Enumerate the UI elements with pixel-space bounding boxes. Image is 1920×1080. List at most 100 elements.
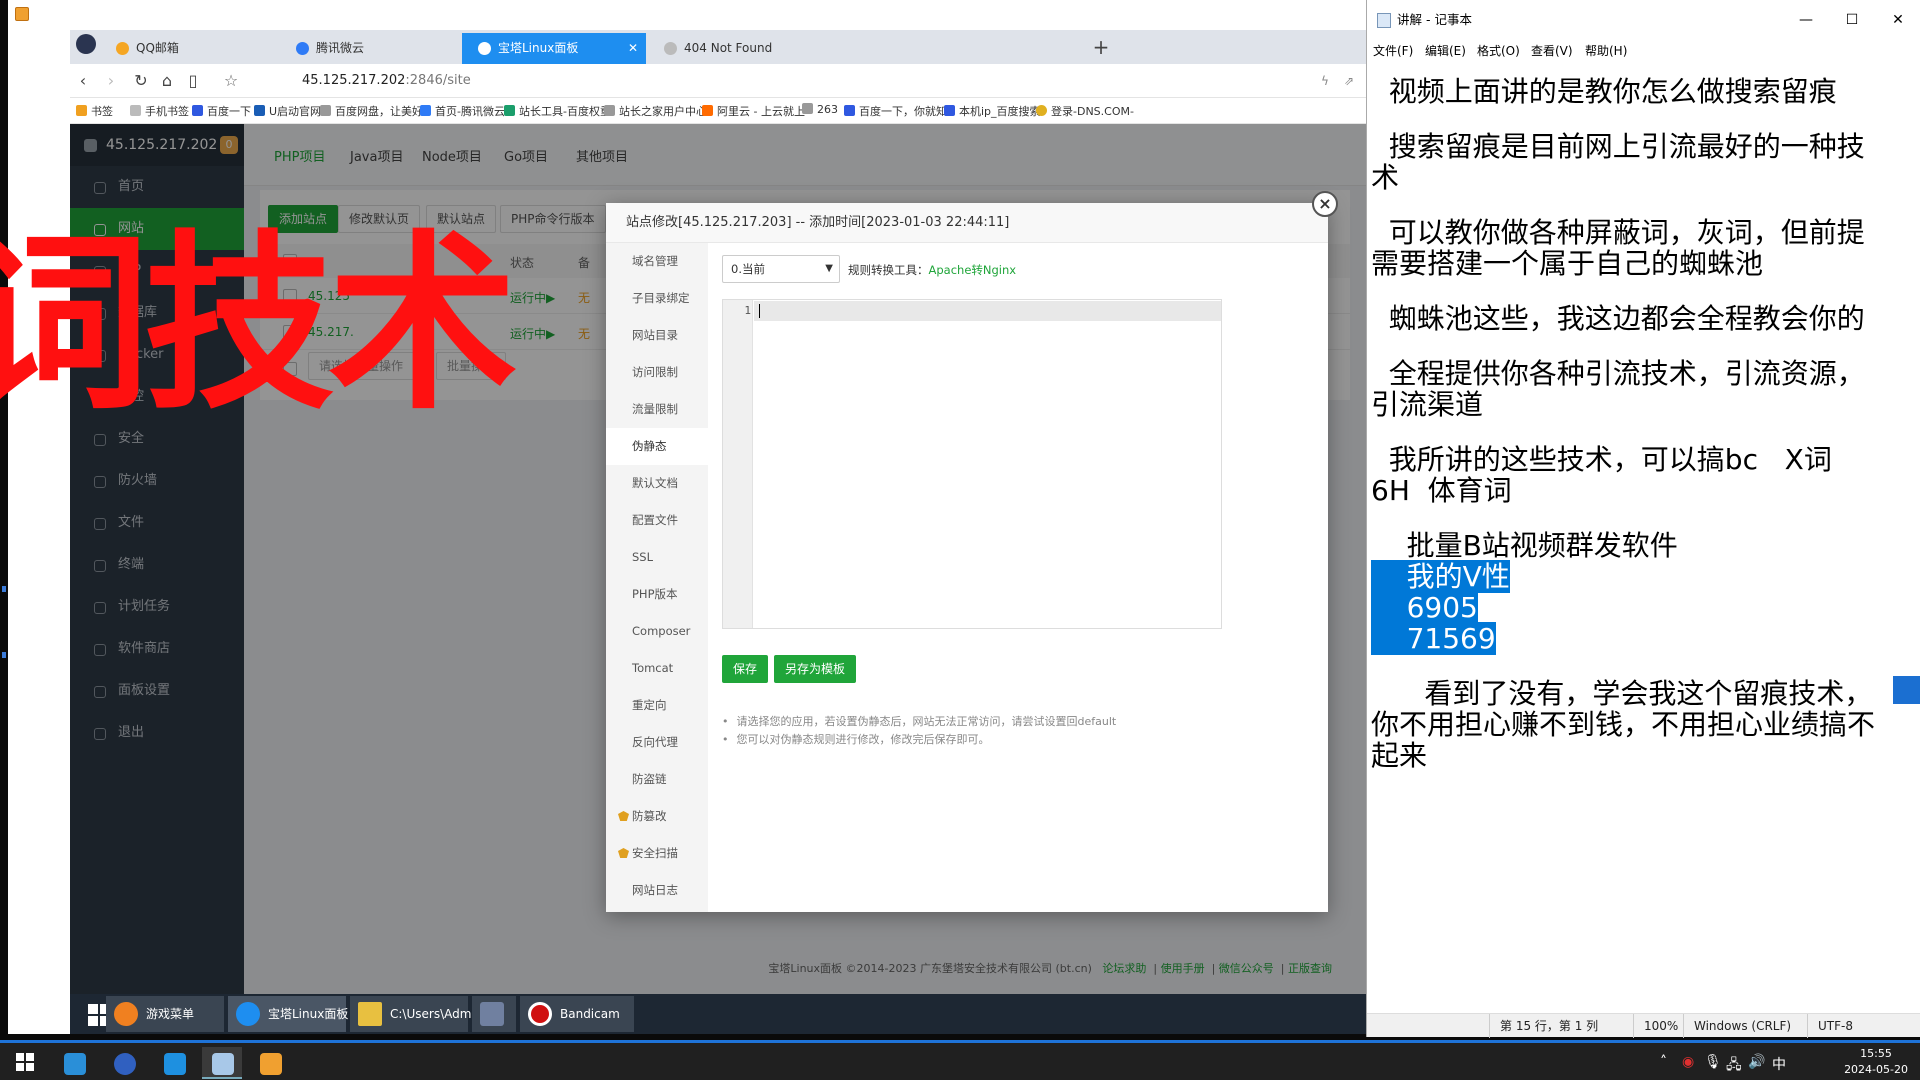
bookmark-item[interactable]: 263 [802,103,838,116]
u-icon [254,105,265,116]
rewrite-code-editor[interactable]: 1 [722,299,1222,629]
address-bar: ‹ › ↻ ⌂ ▯ ☆ 45.125.217.202:2846/site ϟ ⇗ [70,64,1366,98]
close-tab-icon[interactable]: ✕ [628,33,638,64]
new-tab-button[interactable]: + [1086,33,1116,61]
notepad-menubar: 文件(F) 编辑(E) 格式(O) 查看(V) 帮助(H) [1367,40,1920,62]
chevron-up-icon[interactable]: ˄ [1660,1054,1667,1070]
vertical-scrollbar[interactable] [1906,62,1920,1012]
flash-icon[interactable]: ϟ [1314,70,1336,92]
dialog-menu-item[interactable]: 反向代理 [606,724,708,761]
save-as-template-button[interactable]: 另存为模板 [774,655,857,683]
browser-icon [236,1002,260,1026]
active-line [754,301,1221,321]
home-icon[interactable]: ⌂ [156,70,178,92]
dialog-menu-item[interactable]: 默认文档 [606,465,708,502]
bookmark-item[interactable]: 首页-腾讯微云 [420,103,505,119]
close-icon[interactable]: × [1312,191,1338,217]
taskbar-notepad[interactable] [202,1047,242,1079]
taskbar-app-1[interactable] [54,1047,94,1079]
dialog-menu-item[interactable]: 流量限制 [606,391,708,428]
cursor-position: 第 15 行，第 1 列 [1489,1014,1598,1038]
tab-bt-panel[interactable]: 宝塔Linux面板 ✕ [462,33,646,64]
reader-icon[interactable]: ▯ [182,70,204,92]
bookmark-item[interactable]: 站长之家用户中心 [604,103,707,119]
taskbar-avatar-app[interactable] [472,996,516,1032]
floating-tool-icon[interactable] [1893,676,1920,704]
tab-404[interactable]: 404 Not Found [648,33,828,64]
edge-marker [2,586,6,592]
dialog-menu-item[interactable]: 配置文件 [606,502,708,539]
menu-file[interactable]: 文件(F) [1373,40,1413,62]
bookmark-item[interactable]: 百度网盘，让美好 [320,103,423,119]
baidu-icon [944,105,955,116]
tab-qq-mail[interactable]: QQ邮箱 [100,33,275,64]
taskbar-app-2[interactable] [104,1047,144,1079]
share-icon[interactable]: ⇗ [1338,70,1360,92]
bookmark-item[interactable]: 百度一下，你就知 [844,103,947,119]
reload-icon[interactable]: ↻ [130,70,152,92]
text-line [1371,107,1911,131]
dialog-menu-item[interactable]: 安全扫描 [606,835,708,872]
globe-icon [802,103,813,114]
dialog-menu-item[interactable]: 访问限制 [606,354,708,391]
clock[interactable]: 15:55 2024-05-20 [1844,1046,1908,1078]
text-line: 你不用担心赚不到钱，不用担心业绩搞不 [1371,708,1876,741]
forward-icon[interactable]: › [100,70,122,92]
maximize-icon[interactable]: ☐ [1829,0,1875,40]
notepad-icon [212,1053,234,1075]
menu-edit[interactable]: 编辑(E) [1425,40,1466,62]
taskbar-app-5[interactable] [250,1047,290,1079]
record-icon[interactable]: ◉ [1682,1054,1694,1070]
ime-indicator[interactable]: 中 [1772,1054,1786,1074]
menu-view[interactable]: 查看(V) [1531,40,1573,62]
volume-icon[interactable]: 🔊 [1748,1054,1765,1070]
save-button[interactable]: 保存 [722,655,769,683]
dialog-menu-item[interactable]: 防篡改 [606,798,708,835]
minimize-icon[interactable]: — [1783,0,1829,40]
windows-start-icon[interactable] [16,1053,34,1071]
convert-tool-label: 规则转换工具：Apache转Nginx [848,263,1017,277]
rewrite-template-select[interactable]: 0.当前 ▼ [722,255,840,283]
tool-icon [504,105,515,116]
bookmark-item[interactable]: 本机ip_百度搜索 [944,103,1041,119]
mic-icon[interactable]: 🎙 [1704,1054,1722,1070]
close-icon[interactable]: ✕ [1875,0,1920,40]
tip-text: 请选择您的应用，若设置伪静态后，网站无法正常访问，请尝试设置回default [722,713,1117,729]
taskbar-explorer[interactable]: C:\Users\Admini... [350,996,497,1032]
bookmark-item[interactable]: 登录-DNS.COM- [1036,103,1134,119]
text-line: 我所讲的这些技术，可以搞bc X词 [1371,443,1832,476]
bookmark-item[interactable]: 手机书签 [130,103,189,119]
tab-strip: QQ邮箱 腾讯微云 宝塔Linux面板 ✕ 404 Not Found + [70,30,1366,64]
dialog-menu-item[interactable]: 伪静态 [606,428,708,465]
text-line: 引流渠道 [1371,388,1484,421]
dialog-menu-item[interactable]: 域名管理 [606,243,708,280]
menu-help[interactable]: 帮助(H) [1585,40,1627,62]
taskbar-app-3[interactable] [154,1047,194,1079]
dialog-menu-item[interactable]: 网站目录 [606,317,708,354]
notepad-text-area[interactable]: 视频上面讲的是教你怎么做搜索留痕 搜索留痕是目前网上引流最好的一种技术 可以教你… [1371,76,1911,1006]
menu-format[interactable]: 格式(O) [1477,40,1520,62]
profile-avatar[interactable] [76,34,96,54]
bookmark-item[interactable]: U启动官网 [254,103,321,119]
taskbar-bt-panel[interactable]: 宝塔Linux面板 [228,996,348,1032]
dialog-menu-item[interactable]: Tomcat [606,650,708,687]
dialog-menu-item[interactable]: 防盗链 [606,761,708,798]
dialog-menu-item[interactable]: 重定向 [606,687,708,724]
dialog-menu-item[interactable]: 子目录绑定 [606,280,708,317]
star-icon[interactable]: ☆ [220,70,242,92]
network-icon[interactable]: 🖧 [1726,1054,1742,1078]
bookmark-item[interactable]: 百度一下 [192,103,251,119]
bookmark-item[interactable]: 阿里云 - 上云就上 [702,103,805,119]
url-input[interactable]: 45.125.217.202:2846/site [302,73,471,88]
bookmark-item[interactable]: 书签 [76,103,113,119]
dialog-menu-item[interactable]: SSL [606,539,708,576]
dialog-menu-item[interactable]: PHP版本 [606,576,708,613]
back-icon[interactable]: ‹ [72,70,94,92]
apache-to-nginx-link[interactable]: Apache转Nginx [929,263,1017,277]
taskbar-game-menu[interactable]: 游戏菜单 [106,996,224,1032]
taskbar-bandicam[interactable]: Bandicam [520,996,634,1032]
bookmark-item[interactable]: 站长工具-百度权重 [504,103,611,119]
tab-weiyun[interactable]: 腾讯微云 [280,33,460,64]
dialog-menu-item[interactable]: Composer [606,613,708,650]
dialog-menu-item[interactable]: 网站日志 [606,872,708,909]
